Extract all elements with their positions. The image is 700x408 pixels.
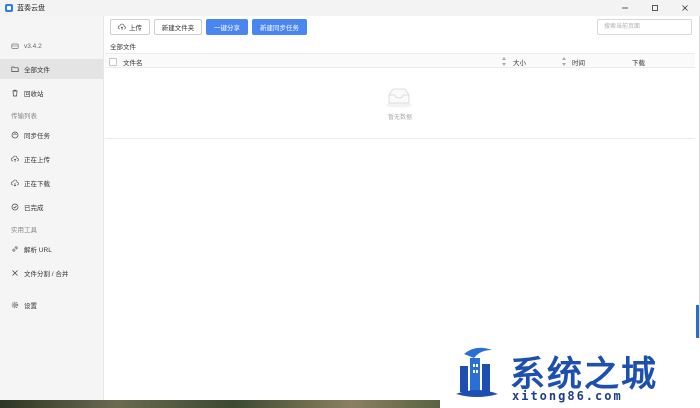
upload-button[interactable]: 上传 xyxy=(110,19,150,35)
sidebar-item-downloading[interactable]: 正在下载 xyxy=(0,173,103,193)
sidebar-item-label: 全部文件 xyxy=(24,67,50,74)
folder-icon xyxy=(11,65,19,73)
close-icon xyxy=(682,5,688,11)
minimize-button[interactable] xyxy=(610,0,640,16)
sidebar-item-label: 回收站 xyxy=(24,91,44,98)
sidebar-item-label: 文件分割 / 合并 xyxy=(24,271,69,278)
sidebar-item-uploading[interactable]: 正在上传 xyxy=(0,149,103,169)
sidebar-item-recycle-bin[interactable]: 回收站 xyxy=(0,83,103,103)
empty-state-text: 暂无数据 xyxy=(387,115,412,121)
check-circle-icon xyxy=(11,203,19,211)
sidebar: v3.4.2 全部文件 回收站 传输列表 同步任务 正在上传 正在下载 已完成 … xyxy=(0,16,104,400)
quick-share-button[interactable]: 一键分享 xyxy=(206,19,248,35)
column-header-download[interactable]: 下载 xyxy=(632,54,645,69)
sidebar-item-file-split-merge[interactable]: 文件分割 / 合并 xyxy=(0,263,103,283)
sidebar-item-label: 正在下载 xyxy=(24,181,50,188)
watermark-domain: xitong86.com xyxy=(512,389,623,403)
new-sync-task-button[interactable]: 新建同步任务 xyxy=(252,19,307,35)
empty-state: 暂无数据 xyxy=(105,69,695,139)
breadcrumb: 全部文件 xyxy=(110,44,136,51)
sidebar-item-label: 设置 xyxy=(24,303,37,310)
maximize-button[interactable] xyxy=(640,0,670,16)
download-cloud-icon xyxy=(11,179,19,187)
maximize-icon xyxy=(652,5,658,11)
new-folder-button[interactable]: 新建文件夹 xyxy=(154,19,202,35)
section-label-tools: 实用工具 xyxy=(11,227,37,234)
sidebar-item-label: 解析 URL xyxy=(24,247,52,254)
version-label: v3.4.2 xyxy=(11,42,42,50)
window-title: 蓝奏云盘 xyxy=(17,5,45,12)
scissors-icon xyxy=(11,269,19,277)
app-logo-icon xyxy=(5,4,13,12)
column-header-size[interactable]: 大小 xyxy=(513,54,526,69)
window-controls xyxy=(610,0,700,16)
empty-inbox-icon xyxy=(386,88,412,108)
watermark-logo-icon xyxy=(456,347,498,397)
sync-icon xyxy=(11,131,19,139)
close-button[interactable] xyxy=(670,0,700,16)
sort-icon[interactable] xyxy=(501,57,507,66)
minimize-icon xyxy=(622,7,628,9)
file-table-header: 文件名 大小 时间 下载 xyxy=(105,53,695,68)
sort-icon[interactable] xyxy=(561,57,567,66)
sidebar-item-parse-url[interactable]: 解析 URL xyxy=(0,239,103,259)
upload-icon xyxy=(118,23,126,30)
column-header-time[interactable]: 时间 xyxy=(572,54,585,69)
section-label-transfer: 传输列表 xyxy=(11,113,37,120)
upload-cloud-icon xyxy=(11,155,19,163)
sidebar-item-completed[interactable]: 已完成 xyxy=(0,197,103,217)
trash-icon xyxy=(11,89,19,97)
column-header-filename[interactable]: 文件名 xyxy=(123,54,143,69)
drive-icon xyxy=(11,42,19,50)
sidebar-item-settings[interactable]: 设置 xyxy=(0,295,103,315)
gear-icon xyxy=(11,301,19,309)
watermark: 系统之城 xitong86.com xyxy=(440,338,700,408)
link-icon xyxy=(11,245,19,253)
sidebar-item-label: 正在上传 xyxy=(24,157,50,164)
sidebar-item-label: 同步任务 xyxy=(24,133,50,140)
title-bar: 蓝奏云盘 xyxy=(0,0,700,16)
sidebar-item-sync-tasks[interactable]: 同步任务 xyxy=(0,125,103,145)
sidebar-item-label: 已完成 xyxy=(24,205,44,212)
select-all-checkbox[interactable] xyxy=(109,54,117,69)
search-input[interactable] xyxy=(597,19,692,35)
sidebar-item-all-files[interactable]: 全部文件 xyxy=(0,59,103,79)
